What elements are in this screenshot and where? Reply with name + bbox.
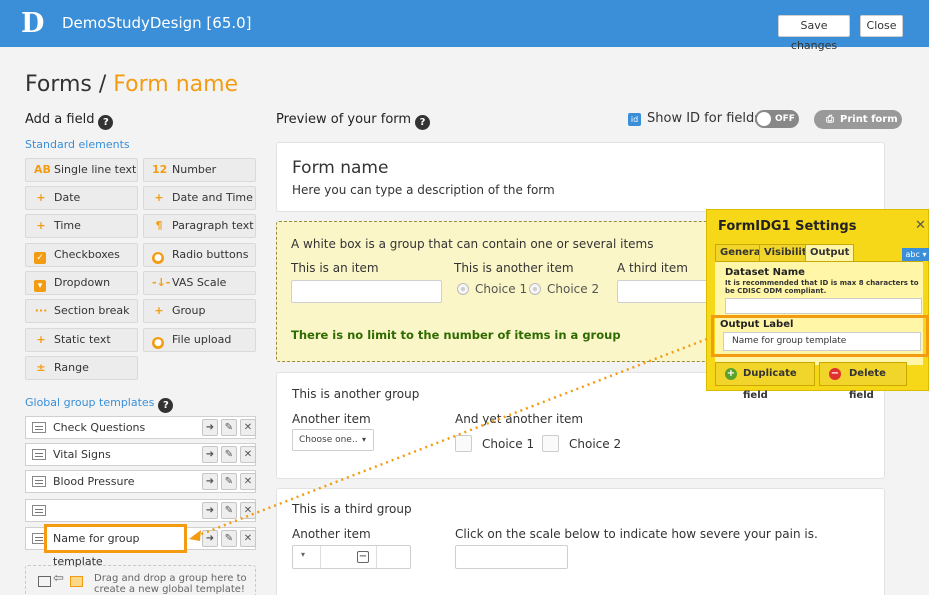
arrow-head-icon <box>189 530 201 541</box>
dotted-connector <box>198 337 708 537</box>
connection-arrow <box>189 337 708 541</box>
